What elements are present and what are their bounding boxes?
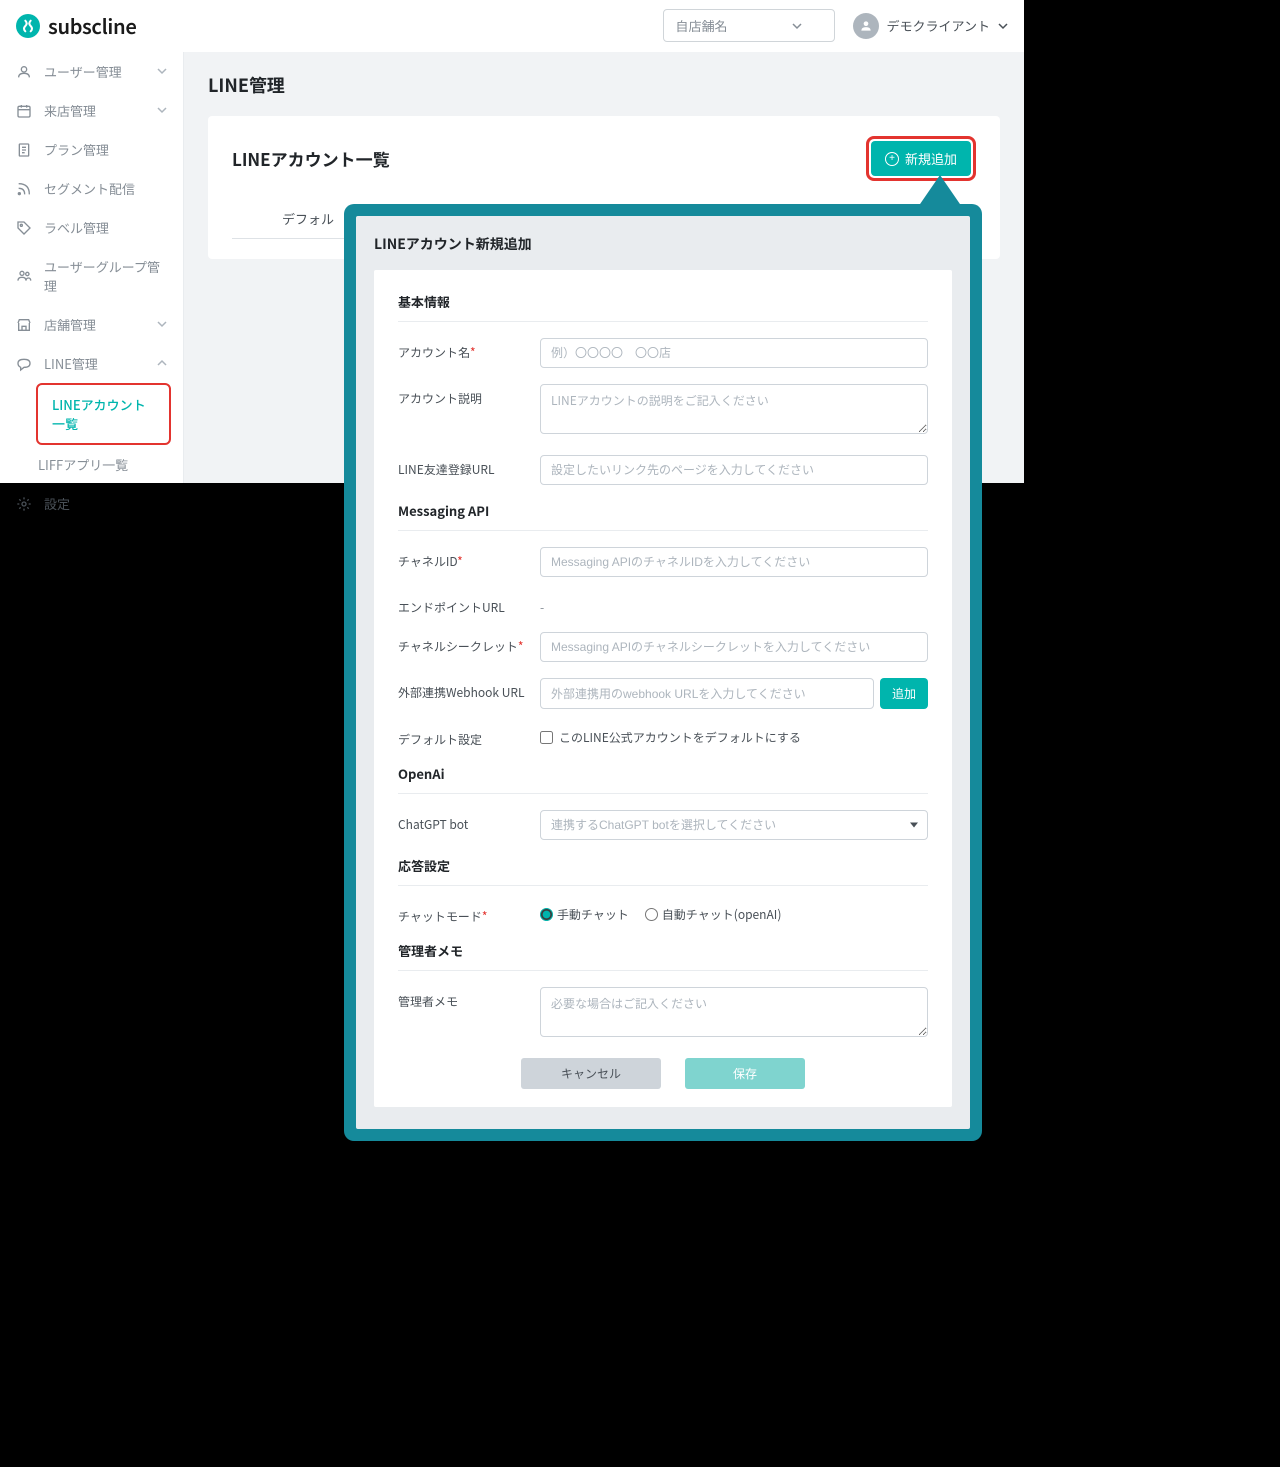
card-title: LINEアカウント一覧	[232, 146, 390, 171]
sidebar-item-plan-mgmt[interactable]: プラン管理	[0, 130, 183, 169]
sidebar-sub-line-accounts[interactable]: LINEアカウント一覧	[38, 385, 169, 443]
plus-circle-icon: +	[885, 152, 899, 166]
chevron-down-icon	[998, 16, 1008, 35]
value-endpoint: -	[540, 593, 928, 616]
section-basic: 基本情報	[398, 292, 928, 322]
input-account-desc[interactable]	[540, 384, 928, 434]
gear-icon	[16, 496, 32, 512]
logo-icon	[16, 14, 40, 38]
users-icon	[16, 268, 32, 284]
chevron-down-icon	[157, 64, 167, 80]
store-selector[interactable]: 自店舗名	[663, 9, 835, 42]
label-admin-memo: 管理者メモ	[398, 987, 540, 1010]
user-menu[interactable]: デモクライアント	[853, 13, 1008, 39]
input-channel-secret[interactable]	[540, 632, 928, 662]
avatar-icon	[853, 13, 879, 39]
select-chatgpt-bot[interactable]: 連携するChatGPT botを選択してください	[540, 810, 928, 840]
app-header: subscline 自店舗名 デモクライアント	[0, 0, 1024, 52]
sidebar-sub-liff-apps[interactable]: LIFFアプリ一覧	[24, 445, 183, 484]
label-default-setting: デフォルト設定	[398, 725, 540, 748]
label-friend-url: LINE友達登録URL	[398, 455, 540, 478]
store-icon	[16, 317, 32, 333]
radio-auto-chat[interactable]: 自動チャット(openAI)	[645, 906, 782, 923]
store-selector-placeholder: 自店舗名	[676, 16, 728, 35]
page-title: LINE管理	[208, 72, 1000, 98]
sidebar-item-store-mgmt[interactable]: 店舗管理	[0, 305, 183, 344]
modal-title: LINEアカウント新規追加	[374, 234, 952, 254]
label-channel-id: チャネルID*	[398, 547, 540, 570]
input-admin-memo[interactable]	[540, 987, 928, 1037]
sidebar-item-visit-mgmt[interactable]: 来店管理	[0, 91, 183, 130]
input-account-name[interactable]	[540, 338, 928, 368]
new-line-account-modal: LINEアカウント新規追加 基本情報 アカウント名* アカウント説明 LINE友…	[356, 216, 970, 1129]
chevron-down-icon	[157, 317, 167, 333]
cancel-button[interactable]: キャンセル	[521, 1058, 661, 1089]
section-reply: 応答設定	[398, 856, 928, 886]
label-endpoint: エンドポイントURL	[398, 593, 540, 616]
sidebar-item-user-mgmt[interactable]: ユーザー管理	[0, 52, 183, 91]
sidebar-item-settings[interactable]: 設定	[0, 484, 183, 523]
chevron-up-icon	[157, 356, 167, 372]
label-account-name: アカウント名*	[398, 338, 540, 361]
label-chatgpt: ChatGPT bot	[398, 810, 540, 833]
sidebar-item-user-group[interactable]: ユーザーグループ管理	[0, 247, 183, 305]
chat-icon	[16, 356, 32, 372]
chevron-down-icon	[792, 16, 802, 35]
add-new-button[interactable]: + 新規追加	[871, 141, 971, 176]
tag-icon	[16, 220, 32, 236]
callout-arrow-icon	[918, 175, 962, 207]
section-openai: OpenAi	[398, 764, 928, 794]
section-memo: 管理者メモ	[398, 941, 928, 971]
label-chat-mode: チャットモード*	[398, 902, 540, 925]
brand-logo: subscline	[16, 11, 137, 40]
sidebar-item-segment[interactable]: セグメント配信	[0, 169, 183, 208]
section-messaging: Messaging API	[398, 501, 928, 531]
radio-manual-chat[interactable]: 手動チャット	[540, 906, 629, 923]
sidebar-item-label-mgmt[interactable]: ラベル管理	[0, 208, 183, 247]
document-icon	[16, 142, 32, 158]
input-webhook[interactable]	[540, 678, 874, 709]
checkbox-default[interactable]	[540, 731, 553, 744]
input-friend-url[interactable]	[540, 455, 928, 485]
save-button[interactable]: 保存	[685, 1058, 805, 1089]
user-name-label: デモクライアント	[887, 16, 990, 35]
add-webhook-button[interactable]: 追加	[880, 678, 928, 709]
input-channel-id[interactable]	[540, 547, 928, 577]
calendar-icon	[16, 103, 32, 119]
label-webhook: 外部連携Webhook URL	[398, 678, 540, 701]
sidebar: ユーザー管理 来店管理 プラン管理 セグメント配信	[0, 52, 184, 483]
rss-icon	[16, 181, 32, 197]
label-account-desc: アカウント説明	[398, 384, 540, 407]
sidebar-item-line-mgmt[interactable]: LINE管理	[0, 344, 183, 383]
user-icon	[16, 64, 32, 80]
label-channel-secret: チャネルシークレット*	[398, 632, 540, 655]
chevron-down-icon	[157, 103, 167, 119]
checkbox-default-label: このLINE公式アカウントをデフォルトにする	[559, 729, 801, 746]
brand-name: subscline	[48, 11, 137, 40]
modal-callout-frame: LINEアカウント新規追加 基本情報 アカウント名* アカウント説明 LINE友…	[344, 204, 982, 1141]
